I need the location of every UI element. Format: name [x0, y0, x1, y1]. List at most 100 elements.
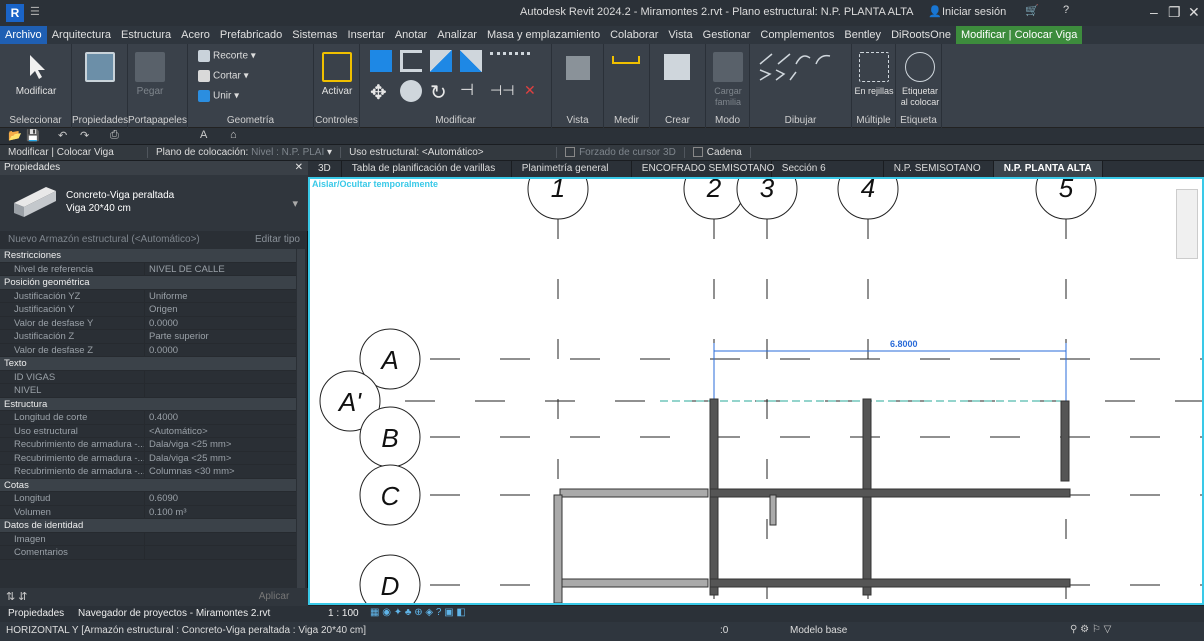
rotate-icon[interactable]: ↻ [430, 80, 447, 105]
placement-plane-value[interactable]: Nivel : N.P. PLAI [251, 147, 324, 158]
property-row[interactable]: Valor de desfase Y 0.0000 [0, 316, 296, 330]
save-icon[interactable]: 💾 [26, 129, 40, 142]
cut-button[interactable]: Cortar ▾ [198, 70, 249, 82]
property-row[interactable]: Valor de desfase Z 0.0000 [0, 343, 296, 357]
qat-menu-icon[interactable]: ☰ [30, 5, 40, 18]
view-icon[interactable] [566, 56, 590, 80]
snap-3d-option[interactable]: Forzado de cursor 3D [557, 147, 685, 158]
menu-vista[interactable]: Vista [663, 26, 697, 44]
extend-icon[interactable]: ⊣⊣ [490, 82, 514, 99]
menu-insertar[interactable]: Insertar [343, 26, 390, 44]
menu-archivo[interactable]: Archivo [0, 26, 47, 44]
draw-tools-icon[interactable] [756, 50, 846, 90]
menu-analizar[interactable]: Analizar [432, 26, 482, 44]
property-value[interactable]: Parte superior [144, 330, 296, 343]
property-row[interactable]: Justificación Z Parte superior [0, 330, 296, 344]
tab-section-6[interactable]: Sección 6 [772, 161, 884, 177]
menu-complementos[interactable]: Complementos [755, 26, 839, 44]
property-value[interactable] [144, 546, 296, 559]
paste-button[interactable]: Pegar [130, 52, 170, 97]
properties-close-icon[interactable]: ✕ [295, 162, 303, 173]
properties-button[interactable] [80, 52, 120, 86]
property-row[interactable]: Recubrimiento de armadura -... Columnas <… [0, 465, 296, 479]
undo-icon[interactable]: ↶ [58, 129, 67, 142]
type-selector[interactable]: Concreto-Viga peraltada Viga 20*40 cm ▾ [0, 175, 308, 231]
menu-masa[interactable]: Masa y emplazamiento [482, 26, 605, 44]
align-icon[interactable] [370, 50, 392, 72]
tag-on-place-button[interactable]: Etiquetar al colocar [898, 52, 942, 108]
cart-icon[interactable]: 🛒 [1025, 4, 1039, 17]
property-row[interactable]: Recubrimiento de armadura -... Dala/viga … [0, 451, 296, 465]
property-row[interactable]: NIVEL [0, 384, 296, 398]
property-value[interactable]: Columnas <30 mm> [144, 465, 296, 478]
property-value[interactable] [144, 384, 296, 397]
menu-acero[interactable]: Acero [176, 26, 215, 44]
property-value[interactable]: 0.0000 [144, 343, 296, 356]
property-value[interactable] [144, 370, 296, 383]
design-option-label[interactable]: Modelo base [790, 625, 847, 636]
sort-icons[interactable]: ⇅ ⇵ [6, 590, 28, 603]
trim-icon[interactable]: ⊣ [460, 80, 474, 100]
measure-icon[interactable] [612, 56, 640, 64]
join-button[interactable]: Unir ▾ [198, 90, 239, 102]
tab-rebar-schedule[interactable]: Tabla de planificación de varillas [342, 161, 512, 177]
activate-button[interactable]: Activar [317, 52, 357, 97]
tab-general-plan[interactable]: Planimetría general [512, 161, 632, 177]
property-value[interactable]: Uniforme [144, 289, 296, 302]
property-value[interactable] [144, 532, 296, 545]
menu-estructura[interactable]: Estructura [116, 26, 176, 44]
restore-icon[interactable]: ❐ [1168, 4, 1181, 21]
type-dropdown-icon[interactable]: ▾ [292, 197, 298, 210]
property-value[interactable]: Dala/viga <25 mm> [144, 451, 296, 464]
property-row[interactable]: Volumen 0.100 m³ [0, 505, 296, 519]
plan-drawing[interactable]: 1 2 3 4 5 A A' B C D 6.8000 [310, 179, 1202, 603]
apply-button[interactable]: Aplicar [250, 590, 298, 604]
property-row[interactable]: Recubrimiento de armadura -... Dala/viga … [0, 438, 296, 452]
property-row[interactable]: Longitud de corte 0.4000 [0, 411, 296, 425]
property-value[interactable]: 0.0000 [144, 316, 296, 329]
property-value[interactable]: NIVEL DE CALLE [144, 262, 296, 275]
split-icon[interactable] [490, 52, 530, 64]
tab-encofrado-semisotano[interactable]: ENCOFRADO SEMISOTANO [632, 161, 774, 177]
revit-logo[interactable]: R [6, 4, 24, 22]
close-icon[interactable]: ✕ [1188, 4, 1200, 21]
menu-modificar-colocar-viga[interactable]: Modificar | Colocar Viga [955, 26, 1083, 44]
property-row[interactable]: Longitud 0.6090 [0, 492, 296, 506]
help-icon[interactable]: ? [1063, 4, 1069, 16]
property-value[interactable]: 0.6090 [144, 492, 296, 505]
property-row[interactable]: ID VIGAS [0, 370, 296, 384]
placement-plane-field[interactable]: Plano de colocación: Nivel : N.P. PLAI ▾ [148, 147, 342, 158]
move-icon[interactable]: ✥ [370, 80, 387, 105]
properties-bottom-tab[interactable]: Propiedades [8, 608, 64, 619]
property-value[interactable]: Origen [144, 303, 296, 316]
minimize-icon[interactable]: – [1150, 4, 1158, 20]
property-value[interactable]: Dala/viga <25 mm> [144, 438, 296, 451]
modify-button[interactable]: Modificar [14, 52, 58, 97]
tab-3d[interactable]: 3D [308, 161, 342, 177]
user-icon[interactable]: 👤 [928, 5, 942, 18]
project-browser-tab[interactable]: Navegador de proyectos - Miramontes 2.rv… [78, 608, 270, 619]
beams[interactable] [553, 398, 1071, 603]
tab-np-planta-alta[interactable]: N.P. PLANTA ALTA [993, 161, 1103, 177]
menu-arquitectura[interactable]: Arquitectura [47, 26, 116, 44]
snap-3d-checkbox[interactable] [565, 147, 576, 158]
open-icon[interactable]: 📂 [8, 129, 22, 142]
edit-type-button[interactable]: Editar tipo [255, 232, 300, 248]
selection-filter-icons[interactable]: ⚲ ⚙ ⚐ ▽ [1070, 624, 1111, 635]
tab-np-semisotano[interactable]: N.P. SEMISOTANO [884, 161, 994, 177]
print-icon[interactable]: ⎙ [110, 129, 119, 142]
property-row[interactable]: Imagen [0, 532, 296, 546]
menu-prefabricado[interactable]: Prefabricado [215, 26, 287, 44]
menu-sistemas[interactable]: Sistemas [287, 26, 342, 44]
chain-option[interactable]: Cadena [685, 147, 751, 158]
copy-icon[interactable] [400, 80, 422, 102]
property-category[interactable]: Texto [0, 357, 296, 371]
property-row[interactable]: Justificación YZ Uniforme [0, 289, 296, 303]
view-controls-icons[interactable]: ▦ ◉ ✦ ♣ ⊕ ◈ ? ▣ ◧ [370, 607, 466, 618]
mirror-icon[interactable] [430, 50, 452, 72]
menu-anotar[interactable]: Anotar [390, 26, 432, 44]
property-category[interactable]: Estructura [0, 397, 296, 411]
menu-colaborar[interactable]: Colaborar [605, 26, 663, 44]
offset-icon[interactable] [400, 50, 422, 72]
instance-filter[interactable]: Nuevo Armazón estructural (<Automático>)… [0, 232, 308, 248]
